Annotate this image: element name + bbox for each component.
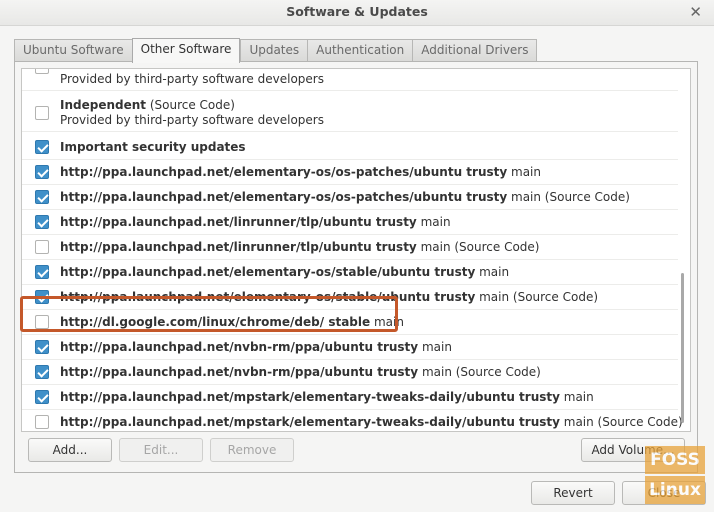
list-item[interactable]: http://ppa.launchpad.net/nvbn-rm/ppa/ubu… [22,335,678,360]
source-checkbox[interactable] [35,315,49,329]
revert-button[interactable]: Revert [531,481,615,505]
source-name: http://ppa.launchpad.net/elementary-os/o… [60,190,508,204]
remove-button[interactable]: Remove [210,438,294,462]
source-suffix: main [475,265,510,279]
source-checkbox[interactable] [35,340,49,354]
source-checkbox[interactable] [35,265,49,279]
source-subtext: Provided by third-party software develop… [60,113,324,127]
source-name: Important security updates [60,140,246,154]
source-name: http://ppa.launchpad.net/linrunner/tlp/u… [60,215,417,229]
source-suffix: main (Source Code) [416,240,540,254]
scrollbar-thumb[interactable] [681,273,684,423]
source-suffix: main [416,215,451,229]
list-item[interactable]: http://ppa.launchpad.net/mpstark/element… [22,385,678,410]
source-suffix: main (Source Code) [475,290,599,304]
source-name: http://ppa.launchpad.net/linrunner/tlp/u… [60,240,417,254]
source-name: http://dl.google.com/linux/chrome/deb/ s… [60,315,371,329]
sources-list[interactable]: Provided by third-party software develop… [21,68,691,432]
watermark-line1: FOSS [645,446,705,474]
source-suffix: (Source Code) [146,98,235,112]
tab-ubuntu-software[interactable]: Ubuntu Software [14,39,132,62]
source-suffix: main (Source Code) [559,415,683,429]
list-item[interactable]: http://ppa.launchpad.net/linrunner/tlp/u… [22,235,678,260]
tab-other-software[interactable]: Other Software [131,38,241,63]
source-name: http://ppa.launchpad.net/nvbn-rm/ppa/ubu… [60,365,419,379]
window-title: Software & Updates [286,4,428,19]
add-button[interactable]: Add... [28,438,112,462]
foss-linux-watermark: FOSS Linux [645,444,705,504]
list-item[interactable]: Independent (Source Code) Provided by th… [22,94,678,132]
source-name: http://ppa.launchpad.net/elementary-os/s… [60,265,476,279]
source-checkbox[interactable] [35,415,49,429]
tab-additional-drivers[interactable]: Additional Drivers [412,39,538,62]
list-item[interactable]: http://ppa.launchpad.net/elementary-os/o… [22,185,678,210]
source-checkbox[interactable] [35,390,49,404]
source-suffix: main (Source Code) [418,365,541,379]
source-subtext: Provided by third-party software develop… [60,72,324,86]
list-item[interactable]: http://ppa.launchpad.net/elementary-os/s… [22,285,678,310]
source-name: http://ppa.launchpad.net/elementary-os/o… [60,165,508,179]
vertical-scrollbar[interactable] [678,69,688,431]
source-suffix: main [507,165,541,179]
list-item[interactable]: Important security updates [22,135,678,160]
list-item[interactable]: http://ppa.launchpad.net/nvbn-rm/ppa/ubu… [22,360,678,385]
source-checkbox[interactable] [35,140,49,154]
source-checkbox[interactable] [35,215,49,229]
close-icon[interactable]: ✕ [689,3,702,21]
source-checkbox[interactable] [35,365,49,379]
tab-updates[interactable]: Updates [240,39,308,62]
source-suffix: main [370,315,404,329]
source-checkbox[interactable] [35,165,49,179]
source-name: http://ppa.launchpad.net/mpstark/element… [60,390,560,404]
source-checkbox[interactable] [35,69,49,74]
watermark-line2: Linux [645,476,705,504]
list-item[interactable]: http://ppa.launchpad.net/mpstark/element… [22,410,683,431]
source-checkbox[interactable] [35,106,49,120]
source-suffix: main [559,390,594,404]
source-name: http://ppa.launchpad.net/elementary-os/s… [60,290,476,304]
source-suffix: main (Source Code) [507,190,630,204]
list-item[interactable]: Provided by third-party software develop… [22,69,678,91]
source-name: Independent [60,98,147,112]
other-software-panel: Provided by third-party software develop… [14,61,698,473]
source-suffix: main [418,340,452,354]
source-checkbox[interactable] [35,240,49,254]
source-checkbox[interactable] [35,190,49,204]
edit-button[interactable]: Edit... [119,438,203,462]
list-item[interactable]: http://ppa.launchpad.net/linrunner/tlp/u… [22,210,678,235]
title-bar: Software & Updates ✕ [0,0,714,26]
source-name: http://ppa.launchpad.net/nvbn-rm/ppa/ubu… [60,340,419,354]
list-item[interactable]: http://dl.google.com/linux/chrome/deb/ s… [22,310,678,335]
list-item[interactable]: http://ppa.launchpad.net/elementary-os/o… [22,160,678,185]
source-name: http://ppa.launchpad.net/mpstark/element… [60,415,560,429]
tab-authentication[interactable]: Authentication [307,39,413,62]
source-checkbox[interactable] [35,290,49,304]
list-item[interactable]: http://ppa.launchpad.net/elementary-os/s… [22,260,678,285]
tab-bar: Ubuntu Software Other Software Updates A… [14,38,538,63]
